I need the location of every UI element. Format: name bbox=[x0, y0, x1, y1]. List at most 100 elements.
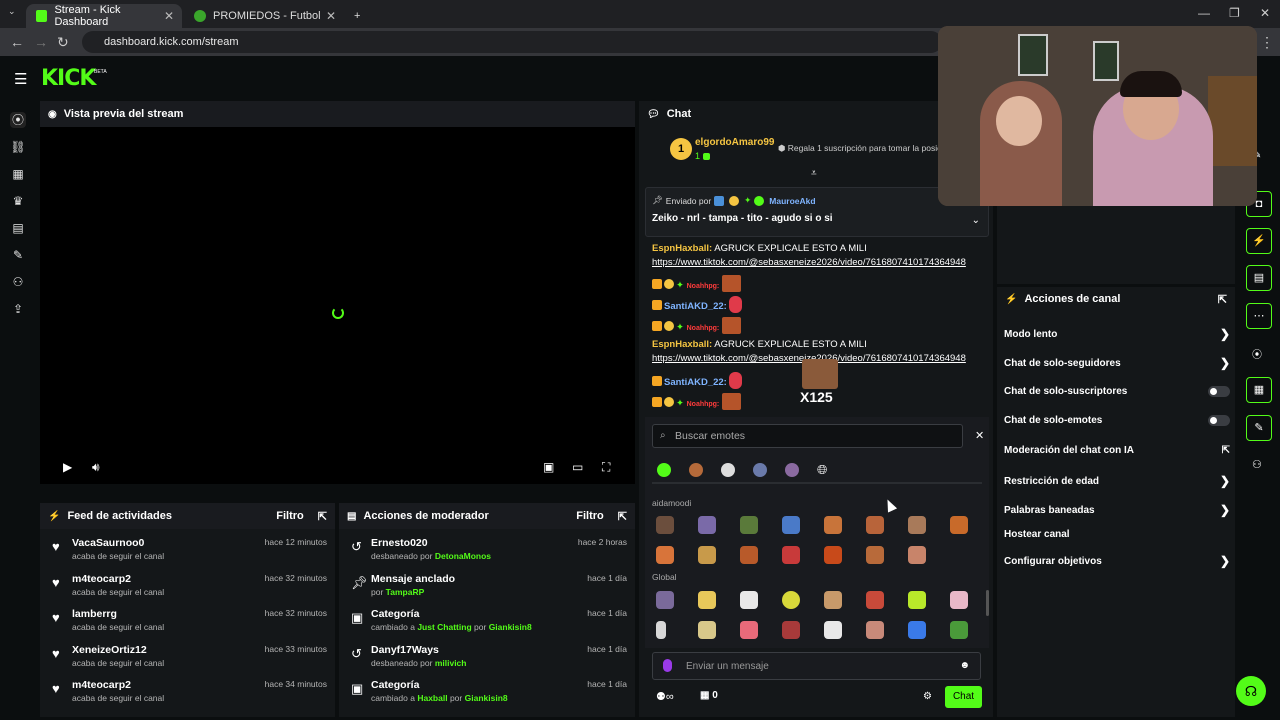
mod-user[interactable]: Giankisin8 bbox=[465, 693, 508, 703]
chat-icon[interactable]: ⋯ bbox=[1246, 303, 1272, 329]
emote-icon[interactable] bbox=[908, 546, 926, 564]
action-age-restriction[interactable]: Restricción de edad ❯ bbox=[1004, 474, 1230, 488]
fullscreen-icon[interactable]: ⛶ bbox=[602, 460, 610, 475]
chat-user[interactable]: EspnHaxball: bbox=[652, 339, 712, 350]
chat-user[interactable]: Noahhpg: bbox=[687, 401, 720, 408]
globe-icon[interactable]: 🌐︎ bbox=[817, 462, 827, 478]
mod-category[interactable]: Haxball bbox=[417, 693, 447, 703]
emote-icon[interactable] bbox=[824, 591, 842, 609]
emote-icon[interactable] bbox=[740, 546, 758, 564]
mod-user[interactable]: milivich bbox=[435, 658, 467, 668]
support-icon[interactable]: ☊ bbox=[1236, 676, 1266, 706]
url-field[interactable]: dashboard.kick.com/stream bbox=[82, 31, 942, 53]
emote-icon[interactable] bbox=[950, 516, 968, 534]
emote-search-input[interactable]: ⌕ Buscar emotes bbox=[652, 424, 963, 448]
popout-icon[interactable]: ⇱ bbox=[618, 510, 627, 523]
chevron-down-icon[interactable]: ⌄ bbox=[972, 215, 980, 226]
emote-icon[interactable] bbox=[950, 591, 968, 609]
emote-scrollbar[interactable] bbox=[986, 590, 989, 616]
emote-icon[interactable] bbox=[866, 546, 884, 564]
action-goals[interactable]: Configurar objetivos ❯ bbox=[1004, 554, 1230, 568]
wrench-icon[interactable]: ✎ bbox=[10, 247, 26, 263]
subscribers-only-toggle[interactable] bbox=[1208, 386, 1230, 397]
send-chat-button[interactable]: Chat bbox=[945, 686, 982, 708]
pip-icon[interactable]: ▣ bbox=[543, 460, 554, 474]
popout-icon[interactable]: ⇱ bbox=[318, 510, 327, 523]
emote-icon[interactable] bbox=[740, 516, 758, 534]
emote-icon[interactable] bbox=[740, 621, 758, 639]
emote-icon[interactable] bbox=[698, 546, 716, 564]
upload-icon[interactable]: ⇪ bbox=[10, 301, 26, 317]
mod-user[interactable]: DetonaMonos bbox=[435, 551, 491, 561]
emote-icon[interactable] bbox=[824, 546, 842, 564]
stream-icon[interactable]: ⦿ bbox=[10, 112, 26, 128]
action-banned-words[interactable]: Palabras baneadas ❯ bbox=[1004, 503, 1230, 517]
close-window-icon[interactable]: ✕ bbox=[1260, 6, 1270, 20]
tab-channel-icon[interactable] bbox=[689, 463, 703, 477]
back-icon[interactable]: ← bbox=[10, 34, 24, 50]
emoji-icon[interactable]: ☻ bbox=[959, 660, 970, 671]
chat-settings-icon[interactable]: ⚙ bbox=[923, 691, 932, 702]
tab-channel2-icon[interactable] bbox=[721, 463, 735, 477]
link-icon[interactable]: ⛓ bbox=[10, 139, 26, 155]
emote-icon[interactable] bbox=[866, 516, 884, 534]
emote-icon[interactable] bbox=[656, 591, 674, 609]
emote-icon[interactable] bbox=[824, 621, 842, 639]
emote-icon[interactable] bbox=[824, 516, 842, 534]
video-player[interactable]: ▶ 🔊︎ ▣ ▭ ⛶ bbox=[40, 127, 635, 484]
emote-icon[interactable] bbox=[698, 621, 716, 639]
emote-icon[interactable] bbox=[950, 621, 968, 639]
top-gifter-name[interactable]: elgordoAmaro99 bbox=[695, 137, 774, 148]
users-icon[interactable]: ⚇ bbox=[10, 274, 26, 290]
emote-icon[interactable] bbox=[908, 621, 926, 639]
emotes-only-toggle[interactable] bbox=[1208, 415, 1230, 426]
kick-logo[interactable]: KICK bbox=[41, 66, 96, 91]
chat-user[interactable]: SantiAKD_22: bbox=[664, 301, 727, 312]
close-icon[interactable]: ✕ bbox=[975, 429, 984, 442]
minimize-icon[interactable]: — bbox=[1198, 6, 1210, 20]
chat-input[interactable]: Enviar un mensaje ☻ bbox=[652, 652, 981, 680]
emote-icon[interactable] bbox=[782, 546, 800, 564]
notes-icon[interactable]: ▤ bbox=[1246, 265, 1272, 291]
tab-promiedos[interactable]: PROMIEDOS - Futbol Argentino ✕ bbox=[184, 4, 344, 28]
emote-icon[interactable] bbox=[656, 546, 674, 564]
emote-icon[interactable] bbox=[698, 516, 716, 534]
tab-recent-icon[interactable] bbox=[657, 463, 671, 477]
menu-icon[interactable]: ☰ bbox=[14, 70, 27, 88]
lightning-icon[interactable]: ⚡ bbox=[1246, 228, 1272, 254]
emote-icon[interactable] bbox=[908, 591, 926, 609]
media-icon[interactable]: ▤ bbox=[10, 220, 26, 236]
volume-icon[interactable]: 🔊︎ bbox=[92, 460, 100, 475]
emote-icon[interactable] bbox=[782, 591, 800, 609]
pinned-user[interactable]: MauroeAkd bbox=[769, 196, 815, 206]
forward-icon[interactable]: → bbox=[34, 34, 48, 50]
browser-menu-icon[interactable]: ⋮ bbox=[1260, 34, 1274, 51]
emote-icon[interactable] bbox=[656, 516, 674, 534]
chat-link[interactable]: https://www.tiktok.com/@sebasxeneize2026… bbox=[652, 257, 966, 268]
mod-category[interactable]: Just Chatting bbox=[417, 622, 471, 632]
emote-icon[interactable] bbox=[740, 591, 758, 609]
moderation-icon[interactable]: ▦ bbox=[1246, 377, 1272, 403]
chat-user[interactable]: SantiAKD_22: bbox=[664, 377, 727, 388]
close-tab-icon[interactable]: ✕ bbox=[164, 9, 174, 23]
emote-icon[interactable] bbox=[908, 516, 926, 534]
new-tab-button[interactable]: + bbox=[344, 4, 370, 28]
action-slow-mode[interactable]: Modo lento ❯ bbox=[1004, 327, 1230, 341]
trophy-icon[interactable]: ♛ bbox=[10, 193, 26, 209]
tab-channel3-icon[interactable] bbox=[753, 463, 767, 477]
broadcast-icon[interactable]: ⦿ bbox=[1252, 346, 1262, 361]
mod-user[interactable]: Giankisin8 bbox=[489, 622, 532, 632]
emote-icon[interactable] bbox=[656, 621, 666, 639]
tab-kick-dashboard[interactable]: Stream - Kick Dashboard ✕ bbox=[26, 4, 182, 28]
mod-user[interactable]: TampaRP bbox=[386, 587, 425, 597]
chat-user[interactable]: EspnHaxball: bbox=[652, 243, 712, 254]
filter-button[interactable]: Filtro bbox=[276, 510, 304, 522]
popout-icon[interactable]: ⇱ bbox=[1218, 293, 1227, 306]
reload-icon[interactable]: ↻ bbox=[57, 34, 69, 51]
tab-channel4-icon[interactable] bbox=[785, 463, 799, 477]
action-followers-only[interactable]: Chat de solo-seguidores ❯ bbox=[1004, 356, 1230, 370]
close-tab-icon[interactable]: ✕ bbox=[326, 9, 336, 23]
emote-icon[interactable] bbox=[782, 621, 800, 639]
points-display[interactable]: ▦ 0 bbox=[700, 690, 718, 701]
restore-icon[interactable]: ❐ bbox=[1229, 6, 1240, 20]
